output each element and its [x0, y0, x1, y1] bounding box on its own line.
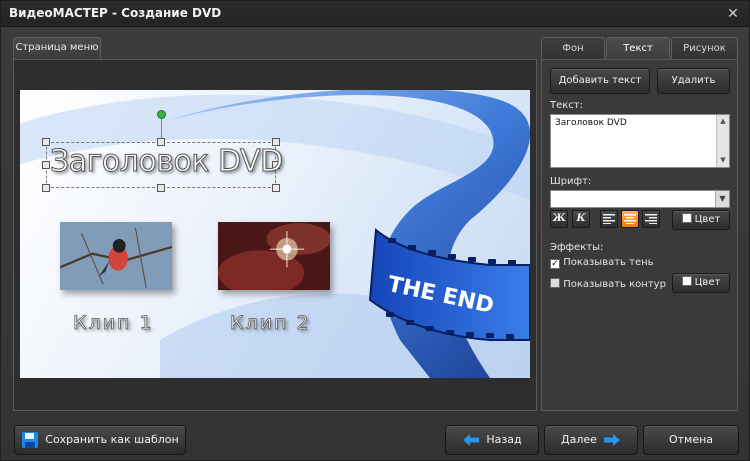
outline-color-label: Цвет [694, 277, 721, 288]
clip-1-thumbnail[interactable] [60, 222, 172, 290]
text-input-value: Заголовок DVD [555, 118, 627, 128]
back-label: Назад [486, 433, 522, 446]
dvd-menu-canvas[interactable]: THE END Заголовок DVD Клип 1 Клип 2 [20, 90, 530, 378]
floppy-disk-icon [22, 432, 39, 448]
save-as-template-label: Сохранить как шаблон [45, 433, 179, 446]
show-outline-label: Показывать контур [563, 279, 666, 290]
cancel-button[interactable]: Отмена [643, 425, 739, 455]
dvd-title-text[interactable]: Заголовок DVD [50, 144, 284, 180]
outline-color-swatch [681, 276, 692, 286]
show-shadow-checkbox[interactable]: ✓ [550, 259, 560, 269]
delete-button[interactable]: Удалить [657, 68, 730, 94]
title-bar: ВидеоМАСТЕР - Создание DVD ✕ [1, 1, 749, 27]
align-left-icon [603, 214, 615, 224]
resize-handle-bc[interactable] [157, 184, 165, 192]
arrow-right-icon [603, 434, 620, 446]
clip-2-label: Клип 2 [230, 312, 311, 335]
tab-text[interactable]: Текст [606, 37, 670, 59]
show-shadow-label: Показывать тень [563, 257, 654, 268]
scroll-down-icon[interactable]: ▼ [717, 154, 729, 167]
align-right-icon [645, 214, 657, 224]
text-properties-panel: Добавить текст Удалить Текст: Заголовок … [541, 59, 738, 411]
clip-2-thumbnail[interactable] [218, 222, 330, 290]
font-select[interactable]: ▼ [550, 190, 730, 208]
effects-label: Эффекты: [550, 242, 604, 253]
save-as-template-button[interactable]: Сохранить как шаблон [14, 425, 186, 455]
resize-handle-tl[interactable] [42, 138, 50, 146]
italic-button[interactable]: К [572, 210, 590, 228]
next-label: Далее [561, 433, 597, 446]
font-label: Шрифт: [550, 176, 592, 187]
back-button[interactable]: Назад [445, 425, 539, 455]
chevron-down-icon[interactable]: ▼ [715, 191, 729, 207]
scroll-up-icon[interactable]: ▲ [717, 115, 729, 128]
next-button[interactable]: Далее [544, 425, 638, 455]
tab-background[interactable]: Фон [541, 37, 605, 59]
text-scrollbar[interactable]: ▲ ▼ [716, 115, 729, 167]
show-shadow-option[interactable]: ✓ Показывать тень [550, 257, 654, 269]
text-input[interactable]: Заголовок DVD ▲ ▼ [550, 114, 730, 168]
show-outline-option[interactable]: Показывать контур [550, 278, 666, 290]
tab-menu-page-1[interactable]: Страница меню 1 [13, 37, 101, 73]
show-outline-checkbox[interactable] [550, 278, 560, 288]
resize-handle-bl[interactable] [42, 184, 50, 192]
dvd-wizard-window: ВидеоМАСТЕР - Создание DVD ✕ Страница ме… [0, 0, 750, 461]
arrow-left-icon [463, 434, 480, 446]
align-center-icon [624, 214, 636, 224]
rotation-handle[interactable] [157, 110, 166, 119]
align-right-button[interactable] [642, 210, 660, 228]
text-color-swatch [681, 213, 692, 223]
align-left-button[interactable] [600, 210, 618, 228]
align-center-button[interactable] [621, 210, 639, 228]
menu-preview-panel: THE END Заголовок DVD Клип 1 Клип 2 [13, 59, 537, 411]
tab-picture[interactable]: Рисунок [671, 37, 738, 59]
text-color-label: Цвет [694, 214, 721, 225]
add-text-button[interactable]: Добавить текст [550, 68, 650, 94]
close-icon[interactable]: ✕ [725, 6, 741, 22]
text-label: Текст: [550, 100, 583, 111]
bird-on-branch-image [60, 222, 172, 290]
resize-handle-ml[interactable] [42, 161, 50, 169]
window-title: ВидеоМАСТЕР - Создание DVD [9, 6, 222, 20]
outline-color-button[interactable]: Цвет [672, 273, 730, 293]
bold-button[interactable]: Ж [550, 210, 568, 228]
clip-1-label: Клип 1 [73, 312, 154, 335]
resize-handle-br[interactable] [272, 184, 280, 192]
text-color-button[interactable]: Цвет [672, 210, 730, 230]
red-space-burst-image [218, 222, 330, 290]
